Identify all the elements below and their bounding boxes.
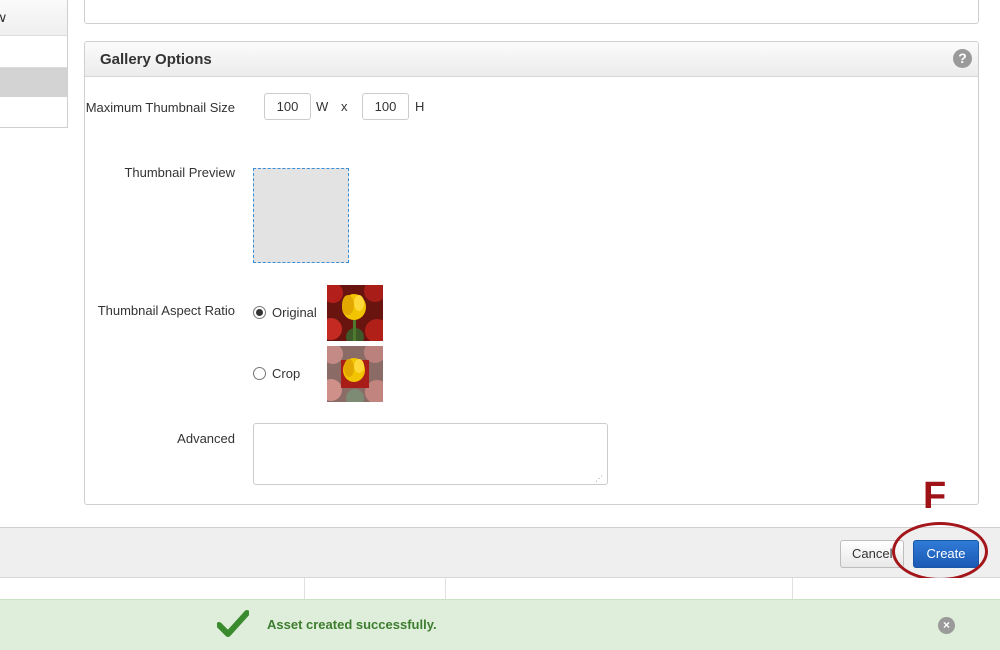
column-divider [445,578,446,600]
panel-title: Gallery Options [100,51,212,68]
annotation-letter: F [923,475,947,517]
check-icon [216,610,250,638]
tulip-crop-image [327,346,383,402]
height-unit-label: H [415,99,425,114]
success-notification: Asset created successfully. × [0,599,1000,650]
side-nav-item-active[interactable] [0,68,67,97]
advanced-textarea[interactable] [253,423,608,485]
aspect-crop-radio[interactable] [253,367,266,380]
aspect-crop-label[interactable]: Crop [272,366,300,381]
panel-header: Gallery Options ? [85,42,978,77]
previous-panel [84,0,979,24]
thumbnail-width-input[interactable]: 100 [264,93,311,120]
size-separator: x [341,99,348,114]
chevron-down-icon[interactable]: ∨ [0,10,8,26]
aspect-original-radio[interactable] [253,306,266,319]
annotation-circle [892,522,988,581]
gallery-options-panel: Gallery Options ? Maximum Thumbnail Size… [84,41,979,505]
width-unit-label: W [316,99,329,114]
tulip-original-image [327,285,383,341]
aspect-original-label[interactable]: Original [272,305,317,320]
column-divider [304,578,305,600]
action-bar: Cancel Create [0,527,1000,578]
side-nav-item[interactable] [0,36,67,68]
thumbnail-height-input[interactable]: 100 [362,93,409,120]
table-strip [0,578,1000,600]
side-nav-header[interactable]: ∨ [0,0,67,36]
success-message: Asset created successfully. [267,617,437,632]
help-icon[interactable]: ? [953,49,972,68]
aspect-ratio-label: Thumbnail Aspect Ratio [97,303,235,318]
column-divider [792,578,793,600]
thumbnail-preview-box [253,168,349,263]
thumbnail-preview-label: Thumbnail Preview [124,165,235,180]
resize-grip-icon[interactable]: ⋰ [595,474,976,503]
side-nav: ∨ [0,0,68,128]
max-thumbnail-size-label: Maximum Thumbnail Size [85,100,235,115]
close-icon[interactable]: × [938,617,955,634]
advanced-label: Advanced [177,431,235,446]
